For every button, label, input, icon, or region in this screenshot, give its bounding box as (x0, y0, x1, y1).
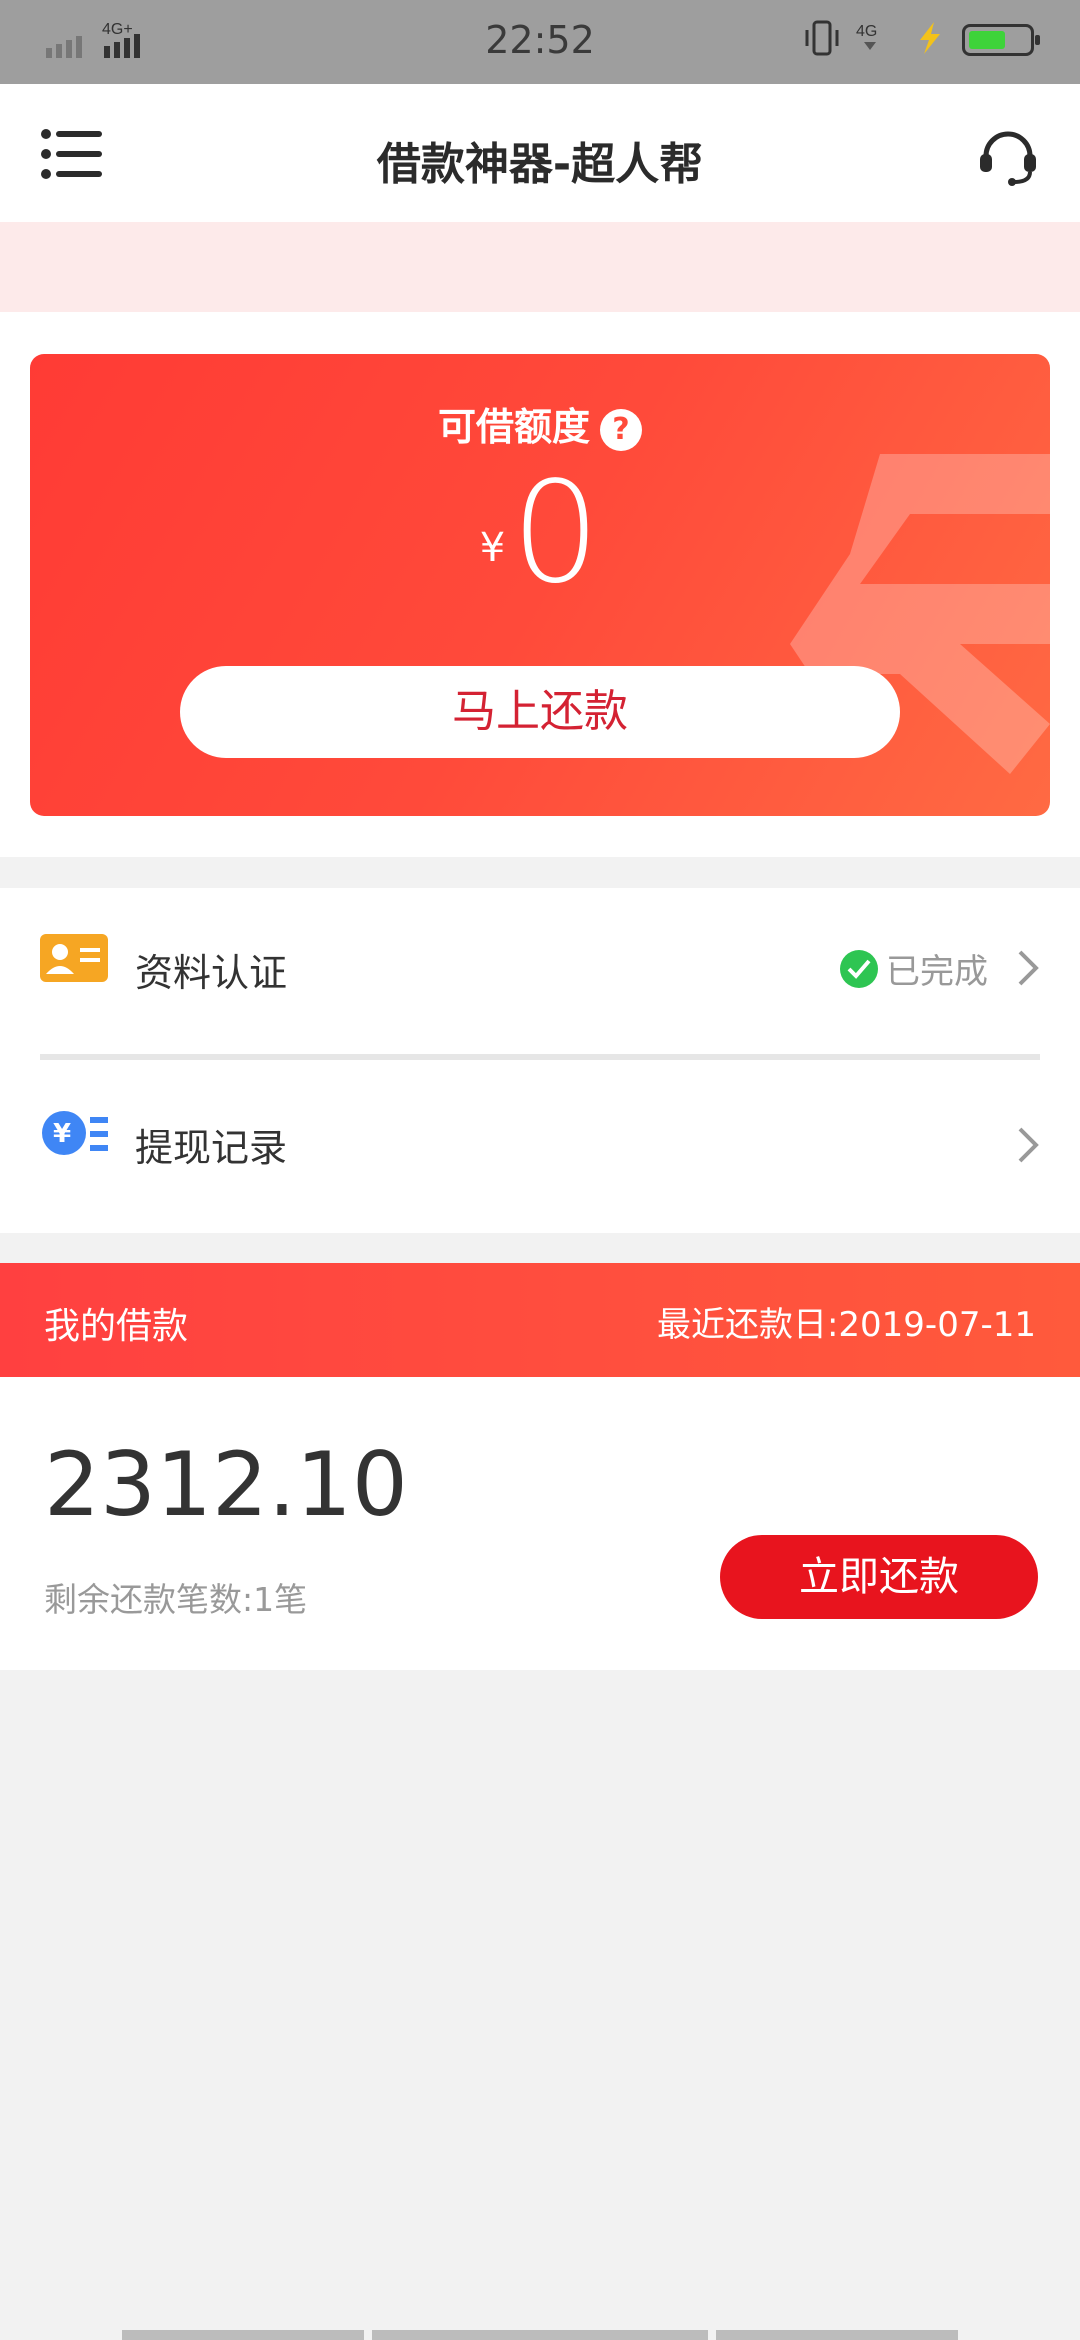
my-loan-title: 我的借款 (44, 1306, 189, 1347)
status-badge: 已完成 (886, 952, 988, 992)
list-item-label: 资料认证 (135, 951, 288, 995)
remaining-count: 剩余还款笔数:1笔 (44, 1580, 308, 1619)
network-right-icon: 4G (856, 20, 898, 60)
credit-amount: 0 (511, 452, 601, 615)
app-header: 借款神器-超人帮 (0, 84, 1080, 222)
charging-icon (912, 20, 948, 60)
menu-list: 资料认证 已完成 ¥ 提现记录 (0, 888, 1080, 1233)
my-loan-header: 我的借款 最近还款日:2019-07-11 (0, 1263, 1080, 1377)
divider (40, 1054, 1040, 1060)
list-item-withdraw-records[interactable]: ¥ 提现记录 (0, 1063, 1080, 1223)
repay-now-button[interactable]: 马上还款 (180, 666, 900, 758)
list-item-label: 提现记录 (135, 1126, 288, 1170)
check-icon (840, 949, 878, 988)
chevron-right-icon (1016, 1125, 1040, 1169)
id-card-icon (40, 934, 108, 986)
my-loan-body: 2312.10 剩余还款笔数:1笔 立即还款 (0, 1377, 1080, 1670)
network-right-label: 4G (856, 23, 877, 40)
chevron-right-icon (1016, 948, 1040, 992)
credit-limit-label: 可借额度 (437, 405, 590, 449)
vibrate-icon (802, 20, 842, 60)
currency-symbol: ¥ (479, 525, 506, 571)
page-title: 借款神器-超人帮 (376, 139, 704, 190)
list-item-verification[interactable]: 资料认证 已完成 (0, 888, 1080, 1060)
svg-text:¥: ¥ (53, 1119, 71, 1149)
help-icon[interactable]: ? (600, 408, 642, 451)
status-bar: 4G+ 22:52 4G (0, 0, 1080, 84)
credit-section: 可借额度? ¥0 马上还款 (0, 312, 1080, 857)
notice-strip (0, 222, 1080, 312)
credit-card: 可借额度? ¥0 马上还款 (30, 354, 1050, 816)
battery-icon (962, 24, 1040, 56)
recent-due-date: 最近还款日:2019-07-11 (656, 1305, 1036, 1345)
nav-gesture-bar (0, 2330, 1080, 2340)
yen-coin-icon: ¥ (40, 1109, 110, 1165)
headset-icon[interactable] (976, 122, 1040, 190)
repay-immediately-button[interactable]: 立即还款 (720, 1535, 1038, 1619)
loan-total-amount: 2312.10 (44, 1433, 408, 1536)
